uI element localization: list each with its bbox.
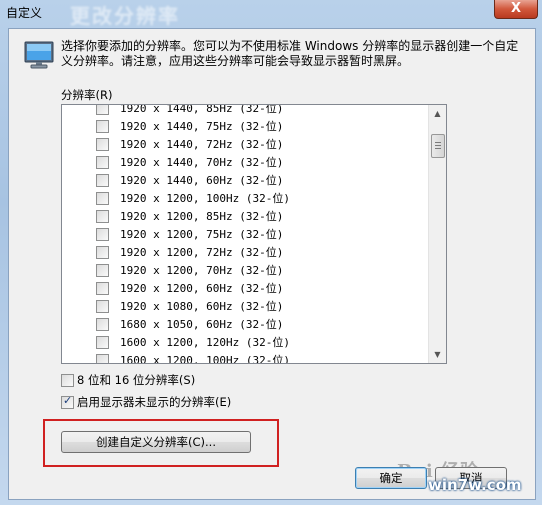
- resolution-label: 1920 x 1200, 100Hz (32-位): [120, 192, 290, 205]
- list-item[interactable]: 1920 x 1200, 100Hz (32-位): [62, 189, 428, 207]
- resolution-label: 1920 x 1200, 85Hz (32-位): [120, 210, 284, 223]
- list-item[interactable]: 1920 x 1080, 60Hz (32-位): [62, 297, 428, 315]
- resolution-checkbox[interactable]: [96, 210, 109, 223]
- resolution-listbox[interactable]: 1920 x 1440, 85Hz (32-位) 1920 x 1440, 75H…: [61, 104, 447, 364]
- resolution-checkbox[interactable]: [96, 228, 109, 241]
- dialog-description: 选择你要添加的分辨率。您可以为不使用标准 Windows 分辨率的显示器创建一个…: [61, 39, 519, 68]
- resolution-rows: 1920 x 1440, 85Hz (32-位) 1920 x 1440, 75H…: [62, 104, 428, 364]
- list-item[interactable]: 1920 x 1200, 60Hz (32-位): [62, 279, 428, 297]
- title-bar[interactable]: 自定义 更改分辨率 X: [0, 0, 542, 28]
- bit-depth-option[interactable]: 8 位和 16 位分辨率(S): [61, 372, 195, 388]
- list-item[interactable]: 1920 x 1440, 60Hz (32-位): [62, 171, 428, 189]
- resolution-label: 1920 x 1080, 60Hz (32-位): [120, 300, 284, 313]
- scroll-down-icon[interactable]: ▼: [429, 346, 446, 363]
- show-unsupported-checkbox[interactable]: [61, 394, 74, 409]
- dialog-body: 选择你要添加的分辨率。您可以为不使用标准 Windows 分辨率的显示器创建一个…: [8, 28, 536, 500]
- show-unsupported-option[interactable]: 启用显示器未显示的分辨率(E): [61, 394, 231, 410]
- background-window-title: 更改分辨率: [70, 4, 180, 28]
- list-item[interactable]: 1920 x 1200, 75Hz (32-位): [62, 225, 428, 243]
- resolution-label: 1680 x 1050, 60Hz (32-位): [120, 318, 284, 331]
- resolution-checkbox[interactable]: [96, 318, 109, 331]
- scroll-up-icon[interactable]: ▲: [429, 105, 446, 122]
- resolution-label: 1920 x 1440, 60Hz (32-位): [120, 174, 284, 187]
- resolution-checkbox[interactable]: [96, 120, 109, 133]
- list-item[interactable]: 1920 x 1440, 75Hz (32-位): [62, 117, 428, 135]
- resolution-label: 1600 x 1200, 120Hz (32-位): [120, 336, 290, 349]
- resolution-label: 1920 x 1200, 72Hz (32-位): [120, 246, 284, 259]
- resolution-checkbox[interactable]: [96, 192, 109, 205]
- list-item[interactable]: 1920 x 1200, 85Hz (32-位): [62, 207, 428, 225]
- resolution-list-label: 分辨率(R): [61, 88, 113, 102]
- monitor-icon: [24, 41, 54, 69]
- resolution-checkbox[interactable]: [96, 282, 109, 295]
- resolution-checkbox[interactable]: [96, 174, 109, 187]
- resolution-label: 1600 x 1200, 100Hz (32-位): [120, 354, 290, 364]
- grip-icon: [435, 142, 441, 149]
- show-unsupported-label: 启用显示器未显示的分辨率(E): [77, 395, 232, 409]
- list-item[interactable]: 1920 x 1440, 85Hz (32-位): [62, 104, 428, 117]
- resolution-checkbox[interactable]: [96, 246, 109, 259]
- bit-depth-checkbox[interactable]: [61, 373, 74, 387]
- custom-resolution-dialog: 自定义 更改分辨率 X 选择你要添加的分辨率。您可以为不使用标准 Windows…: [0, 0, 542, 505]
- resolution-checkbox[interactable]: [96, 264, 109, 277]
- resolution-checkbox[interactable]: [96, 156, 109, 169]
- list-item[interactable]: 1920 x 1440, 72Hz (32-位): [62, 135, 428, 153]
- list-item[interactable]: 1920 x 1440, 70Hz (32-位): [62, 153, 428, 171]
- scroll-thumb[interactable]: [431, 134, 445, 158]
- list-item[interactable]: 1920 x 1200, 70Hz (32-位): [62, 261, 428, 279]
- list-item[interactable]: 1920 x 1200, 72Hz (32-位): [62, 243, 428, 261]
- list-item[interactable]: 1680 x 1050, 60Hz (32-位): [62, 315, 428, 333]
- ok-button[interactable]: 确定: [355, 467, 427, 489]
- vertical-scrollbar[interactable]: ▲ ▼: [428, 105, 446, 363]
- resolution-checkbox[interactable]: [96, 138, 109, 151]
- list-item[interactable]: 1600 x 1200, 100Hz (32-位): [62, 351, 428, 364]
- resolution-checkbox[interactable]: [96, 300, 109, 313]
- bit-depth-label: 8 位和 16 位分辨率(S): [77, 373, 196, 387]
- resolution-label: 1920 x 1200, 70Hz (32-位): [120, 264, 284, 277]
- resolution-checkbox[interactable]: [96, 336, 109, 349]
- window-title: 自定义: [6, 6, 43, 20]
- close-button[interactable]: X: [494, 0, 538, 19]
- resolution-checkbox[interactable]: [96, 105, 109, 115]
- close-icon: X: [510, 1, 522, 16]
- resolution-label: 1920 x 1440, 85Hz (32-位): [120, 104, 284, 115]
- resolution-label: 1920 x 1440, 72Hz (32-位): [120, 138, 284, 151]
- create-custom-resolution-button[interactable]: 创建自定义分辨率(C)...: [61, 431, 251, 453]
- list-item[interactable]: 1600 x 1200, 120Hz (32-位): [62, 333, 428, 351]
- resolution-label: 1920 x 1440, 75Hz (32-位): [120, 120, 284, 133]
- resolution-label: 1920 x 1440, 70Hz (32-位): [120, 156, 284, 169]
- resolution-label: 1920 x 1200, 60Hz (32-位): [120, 282, 284, 295]
- resolution-checkbox[interactable]: [96, 354, 109, 363]
- resolution-label: 1920 x 1200, 75Hz (32-位): [120, 228, 284, 241]
- site-watermark: win7w.com: [428, 476, 522, 494]
